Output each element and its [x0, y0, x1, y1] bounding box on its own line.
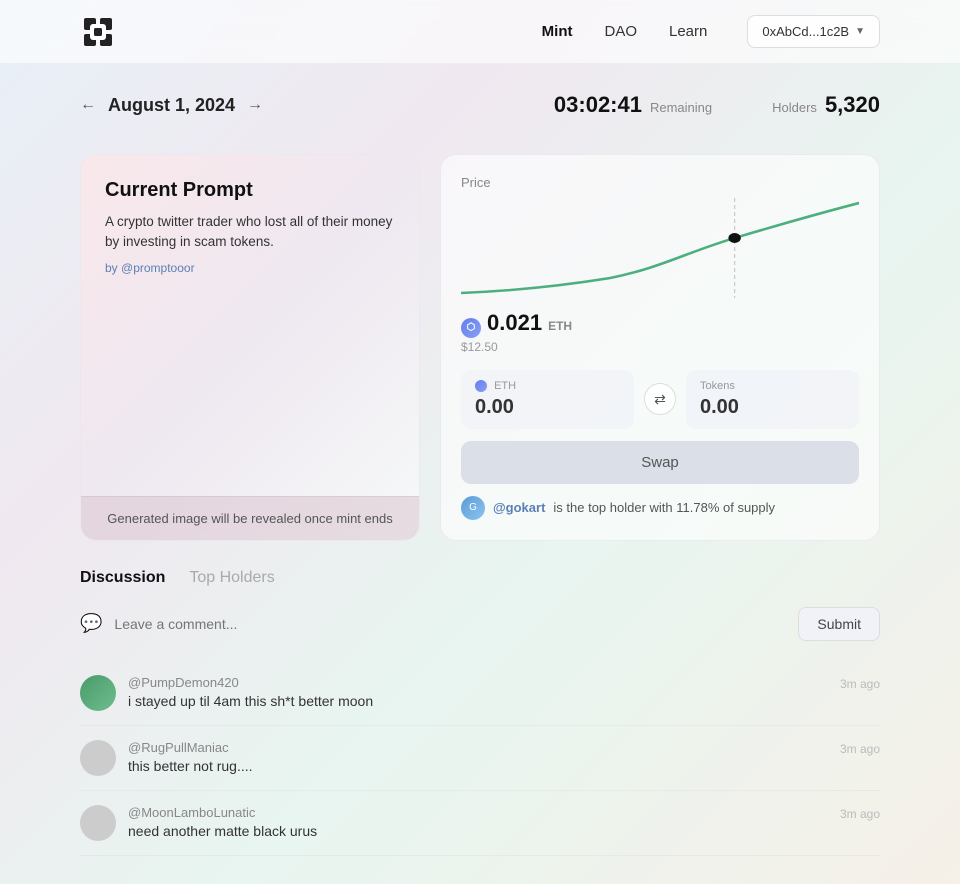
date-navigation: ← August 1, 2024 →: [80, 95, 263, 116]
comment-body: @MoonLamboLunatic need another matte bla…: [128, 805, 828, 839]
wallet-button[interactable]: 0xAbCd...1c2B ▼: [747, 15, 880, 48]
table-row: @MoonLamboLunatic need another matte bla…: [80, 791, 880, 856]
comment-time: 3m ago: [840, 675, 880, 691]
nav-dao[interactable]: DAO: [604, 23, 637, 40]
reveal-text: Generated image will be revealed once mi…: [107, 511, 392, 526]
price-chart: [461, 198, 859, 298]
swap-arrows-icon: ⇄: [654, 391, 666, 408]
tab-top-holders[interactable]: Top Holders: [189, 569, 274, 591]
prompt-title: Current Prompt: [105, 179, 395, 202]
swap-button[interactable]: Swap: [461, 441, 859, 484]
comment-time: 3m ago: [840, 805, 880, 821]
prompt-card: Current Prompt A crypto twitter trader w…: [80, 154, 420, 541]
nav-mint[interactable]: Mint: [542, 23, 573, 40]
tokens-input-label: Tokens: [700, 380, 845, 392]
wallet-address: 0xAbCd...1c2B: [762, 24, 849, 39]
comment-username: @RugPullManiac: [128, 740, 828, 755]
content-grid: Current Prompt A crypto twitter trader w…: [80, 154, 880, 541]
comment-input-row: 💬 Submit: [80, 607, 880, 641]
timer-value: 03:02:41: [554, 92, 642, 118]
price-unit: ETH: [548, 319, 572, 333]
top-holder-username[interactable]: @gokart: [493, 500, 545, 515]
tokens-input[interactable]: [700, 396, 845, 419]
swap-row: ETH ⇄ Tokens: [461, 370, 859, 429]
comment-list: @PumpDemon420 i stayed up til 4am this s…: [80, 661, 880, 856]
main-content: ← August 1, 2024 → 03:02:41 Remaining Ho…: [0, 64, 960, 884]
holders-value: 5,320: [825, 92, 880, 118]
comment-text: i stayed up til 4am this sh*t better moo…: [128, 693, 828, 709]
eth-input[interactable]: [475, 396, 620, 419]
current-date: August 1, 2024: [108, 95, 235, 116]
prev-date-button[interactable]: ←: [80, 96, 96, 114]
price-display: ⬡ 0.021 ETH: [461, 310, 859, 338]
comment-icon: 💬: [80, 613, 102, 634]
prompt-content: Current Prompt A crypto twitter trader w…: [105, 179, 395, 275]
navigation: Mint DAO Learn 0xAbCd...1c2B ▼: [0, 0, 960, 64]
logo[interactable]: [80, 14, 116, 50]
price-usd: $12.50: [461, 340, 859, 354]
comment-body: @RugPullManiac this better not rug....: [128, 740, 828, 774]
tab-discussion[interactable]: Discussion: [80, 569, 165, 591]
discussion-tabs: Discussion Top Holders: [80, 569, 880, 591]
prompt-author: by @promptooor: [105, 261, 395, 275]
comment-username: @PumpDemon420: [128, 675, 828, 690]
table-row: @PumpDemon420 i stayed up til 4am this s…: [80, 661, 880, 726]
avatar: [80, 805, 116, 841]
price-card: Price ⬡ 0.021 ETH $12.50: [440, 154, 880, 541]
eth-input-label: ETH: [475, 380, 620, 392]
author-prefix: by: [105, 261, 118, 275]
comment-username: @MoonLamboLunatic: [128, 805, 828, 820]
timer-label: Remaining: [650, 100, 712, 115]
nav-links: Mint DAO Learn: [542, 23, 708, 40]
table-row: @RugPullManiac this better not rug.... 3…: [80, 726, 880, 791]
comment-text: this better not rug....: [128, 758, 828, 774]
top-holder-avatar: G: [461, 496, 485, 520]
next-date-button[interactable]: →: [247, 96, 263, 114]
prompt-description: A crypto twitter trader who lost all of …: [105, 212, 395, 253]
holders-label: Holders: [772, 100, 817, 115]
comment-text: need another matte black urus: [128, 823, 828, 839]
top-holder-text: is the top holder with 11.78% of supply: [553, 500, 775, 515]
discussion-section: Discussion Top Holders 💬 Submit @PumpDem…: [80, 569, 880, 856]
swap-direction-button[interactable]: ⇄: [644, 383, 676, 415]
reveal-banner: Generated image will be revealed once mi…: [81, 496, 419, 540]
eth-input-box[interactable]: ETH: [461, 370, 634, 429]
eth-dot-icon: [475, 380, 487, 392]
holders-block: Holders 5,320: [772, 92, 880, 118]
timer-block: 03:02:41 Remaining: [554, 92, 712, 118]
avatar: [80, 740, 116, 776]
chevron-down-icon: ▼: [855, 26, 865, 37]
stats-row: 03:02:41 Remaining Holders 5,320: [554, 92, 880, 118]
comment-time: 3m ago: [840, 740, 880, 756]
eth-icon: ⬡: [461, 318, 481, 338]
price-value: 0.021: [487, 310, 542, 336]
avatar: [80, 675, 116, 711]
comment-input[interactable]: [114, 616, 786, 632]
top-holder-row: G @gokart is the top holder with 11.78% …: [461, 496, 859, 520]
tokens-input-box[interactable]: Tokens: [686, 370, 859, 429]
nav-learn[interactable]: Learn: [669, 23, 707, 40]
price-label: Price: [461, 175, 859, 190]
submit-button[interactable]: Submit: [798, 607, 880, 641]
comment-body: @PumpDemon420 i stayed up til 4am this s…: [128, 675, 828, 709]
author-link[interactable]: @promptooor: [121, 261, 195, 275]
